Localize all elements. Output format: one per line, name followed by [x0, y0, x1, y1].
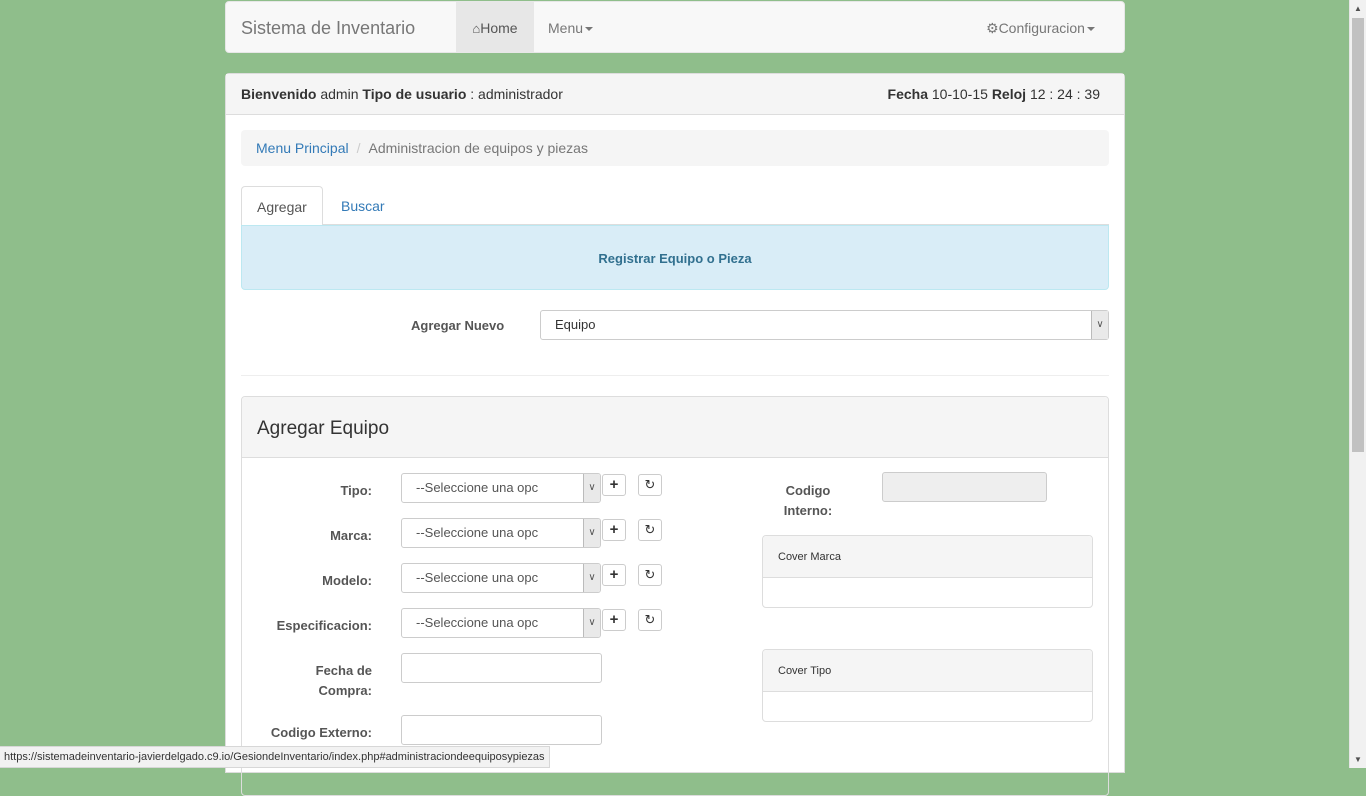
especificacion-select[interactable]: --Seleccione una opc ∨: [401, 608, 601, 638]
caret-down-icon: [1086, 27, 1095, 32]
clock-label: Reloj: [991, 86, 1027, 102]
gear-icon: ⚙: [986, 20, 999, 36]
agregar-nuevo-select[interactable]: Equipo ∨: [540, 310, 1109, 340]
tab-bar: Agregar Buscar: [241, 186, 1109, 226]
welcome-label: Bienvenido: [241, 86, 317, 102]
refresh-modelo-button[interactable]: ↻: [638, 564, 662, 586]
chevron-down-icon: ∨: [583, 609, 600, 637]
cover-tipo-title: Cover Tipo: [763, 650, 1092, 692]
date-label: Fecha: [887, 86, 928, 102]
plus-icon: +: [609, 476, 619, 493]
page-scrollbar[interactable]: ▲ ▼: [1349, 0, 1366, 768]
chevron-down-icon: ∨: [583, 564, 600, 592]
user-type: administrador: [478, 86, 563, 102]
nav-config-dropdown[interactable]: ⚙Configuracion: [986, 2, 1095, 54]
agregar-nuevo-label: Agregar Nuevo: [411, 318, 505, 333]
add-modelo-button[interactable]: +: [602, 564, 626, 586]
user-type-separator: :: [470, 86, 475, 102]
refresh-marca-button[interactable]: ↻: [638, 519, 662, 541]
agregar-equipo-title: Agregar Equipo: [242, 397, 1108, 458]
chevron-down-icon: ∨: [583, 519, 600, 547]
add-marca-button[interactable]: +: [602, 519, 626, 541]
caret-down-icon: [585, 27, 594, 32]
codigo-externo-label: Codigo Externo:: [270, 725, 372, 740]
brand-title[interactable]: Sistema de Inventario: [241, 2, 415, 54]
refresh-icon: ↻: [644, 567, 656, 582]
nav-home-label: Home: [480, 20, 518, 36]
breadcrumb: Menu Principal / Administracion de equipos…: [241, 130, 1109, 166]
codigo-interno-label-line1: Codigo: [785, 483, 831, 498]
especificacion-select-value: --Seleccione una opc: [416, 615, 539, 630]
plus-icon: +: [609, 566, 619, 583]
codigo-interno-label-line2: Interno:: [783, 503, 833, 518]
cover-marca-panel: Cover Marca: [762, 535, 1093, 608]
cover-marca-title: Cover Marca: [763, 536, 1092, 578]
codigo-interno-input: [882, 472, 1047, 502]
cover-tipo-panel: Cover Tipo: [762, 649, 1093, 722]
tipo-select[interactable]: --Seleccione una opc ∨: [401, 473, 601, 503]
tab-agregar[interactable]: Agregar: [241, 186, 323, 226]
fecha-compra-label-line2: Compra:: [318, 683, 372, 698]
scroll-up-icon[interactable]: ▲: [1350, 0, 1366, 17]
divider: [241, 375, 1109, 376]
user-info-bar: Bienvenido admin Tipo de usuario : admin…: [226, 74, 1124, 115]
modelo-select-value: --Seleccione una opc: [416, 570, 539, 585]
tipo-select-value: --Seleccione una opc: [416, 480, 539, 495]
date-clock: Fecha 10-10-15 Reloj 12 : 24 : 39: [888, 74, 1100, 115]
agregar-equipo-panel: Agregar Equipo Tipo: --Seleccione una op…: [241, 396, 1109, 796]
agregar-nuevo-value: Equipo: [555, 317, 596, 332]
chevron-down-icon: ∨: [583, 474, 600, 502]
nav-menu-dropdown[interactable]: Menu: [548, 2, 594, 54]
plus-icon: +: [609, 521, 619, 538]
refresh-icon: ↻: [644, 477, 656, 492]
chevron-down-icon: ∨: [1091, 311, 1108, 339]
especificacion-label: Especificacion:: [276, 618, 372, 633]
scroll-down-icon[interactable]: ▼: [1350, 751, 1366, 768]
scrollbar-thumb[interactable]: [1352, 18, 1364, 452]
navbar: Sistema de Inventario ⌂Home Menu ⚙Config…: [225, 1, 1125, 53]
breadcrumb-current: Administracion de equipos y piezas: [368, 140, 588, 156]
codigo-externo-input[interactable]: [401, 715, 602, 745]
user-type-label: Tipo de usuario: [362, 86, 467, 102]
fecha-compra-input[interactable]: [401, 653, 602, 683]
add-especificacion-button[interactable]: +: [602, 609, 626, 631]
nav-home[interactable]: ⌂Home: [456, 2, 534, 52]
plus-icon: +: [609, 611, 619, 628]
browser-status-url: https://sistemadeinventario-javierdelgad…: [0, 746, 550, 768]
refresh-tipo-button[interactable]: ↻: [638, 474, 662, 496]
main-panel: Bienvenido admin Tipo de usuario : admin…: [225, 73, 1125, 796]
nav-menu-label: Menu: [548, 20, 584, 36]
breadcrumb-home-link[interactable]: Menu Principal: [256, 140, 349, 156]
tipo-label: Tipo:: [340, 483, 372, 498]
marca-label: Marca:: [330, 528, 372, 543]
refresh-icon: ↻: [644, 612, 656, 627]
modelo-label: Modelo:: [322, 573, 372, 588]
clock-value: 12 : 24 : 39: [1029, 86, 1100, 102]
tab-buscar[interactable]: Buscar: [326, 186, 400, 226]
modelo-select[interactable]: --Seleccione una opc ∨: [401, 563, 601, 593]
username: admin: [320, 86, 359, 102]
refresh-icon: ↻: [644, 522, 656, 537]
refresh-especificacion-button[interactable]: ↻: [638, 609, 662, 631]
codigo-interno-label: Codigo Interno:: [762, 481, 854, 521]
add-tipo-button[interactable]: +: [602, 474, 626, 496]
fecha-compra-label: Fecha de Compra:: [242, 661, 372, 701]
marca-select[interactable]: --Seleccione una opc ∨: [401, 518, 601, 548]
breadcrumb-separator: /: [356, 140, 361, 156]
marca-select-value: --Seleccione una opc: [416, 525, 539, 540]
fecha-compra-label-line1: Fecha de: [315, 663, 372, 678]
nav-config-label: Configuracion: [998, 20, 1085, 36]
register-alert: Registrar Equipo o Pieza: [241, 225, 1109, 290]
date-value: 10-10-15: [931, 86, 988, 102]
